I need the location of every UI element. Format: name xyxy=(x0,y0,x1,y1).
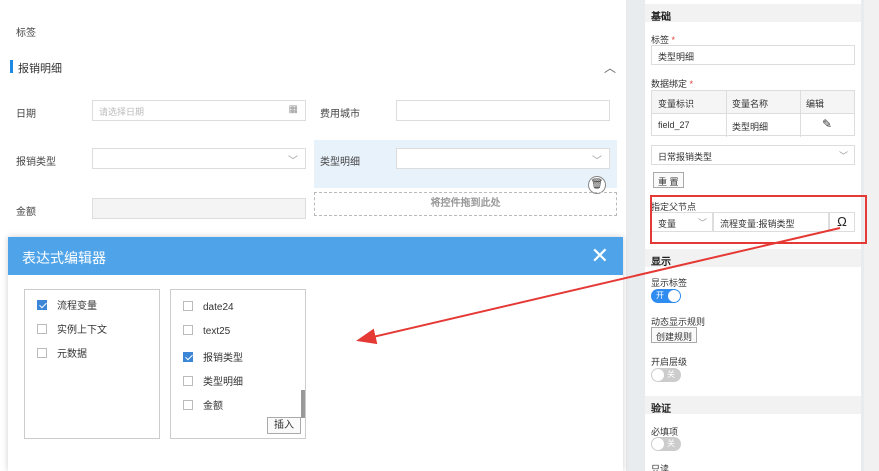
binding-select-value: 日常报销类型 xyxy=(658,152,713,162)
required-mark: * xyxy=(671,35,676,45)
validation-section-header[interactable]: 验证 xyxy=(645,396,861,415)
column-header: 变量标识 xyxy=(652,91,726,114)
show-label-toggle[interactable]: 开 xyxy=(651,289,681,303)
list-item[interactable]: 元数据 xyxy=(37,345,87,360)
city-label: 费用城市 xyxy=(320,109,360,120)
toggle-text: 关 xyxy=(667,439,675,448)
chevron-down-icon: ﹀ xyxy=(838,151,848,161)
reset-button[interactable]: 重 置 xyxy=(653,172,684,188)
list-item[interactable]: date24 xyxy=(183,301,234,315)
binding-label-text: 数据绑定 xyxy=(651,79,688,89)
column-header: 变量名称 xyxy=(726,91,800,114)
list-item-label: 实例上下文 xyxy=(57,325,107,336)
hierarchy-toggle[interactable]: 关 xyxy=(651,368,681,382)
chevron-up-icon[interactable]: ︿ xyxy=(604,59,616,76)
display-section-header[interactable]: 显示 xyxy=(645,249,861,268)
checkbox[interactable] xyxy=(37,300,47,310)
modal-header: 表达式编辑器 ✕ xyxy=(8,237,623,275)
readonly-label: 只读 xyxy=(651,464,670,471)
divider xyxy=(800,91,801,137)
toggle-text: 开 xyxy=(656,291,664,300)
type-label: 报销类型 xyxy=(16,157,56,168)
list-item[interactable]: text25 xyxy=(183,325,230,339)
list-scrollbar[interactable] xyxy=(301,390,305,418)
binding-table: 变量标识 变量名称 编辑 field_27 类型明细 ✎ xyxy=(651,90,855,137)
annotation-highlight-box xyxy=(650,195,867,244)
checkbox[interactable] xyxy=(183,376,193,386)
prop-tag-label-text: 标签 xyxy=(651,35,670,45)
list-item[interactable]: 流程变量 xyxy=(37,297,97,312)
list-item-label: 金额 xyxy=(203,401,223,412)
detail-label: 类型明细 xyxy=(320,157,360,168)
list-item[interactable]: 报销类型 xyxy=(183,349,243,364)
list-item[interactable]: 金额 xyxy=(183,397,223,412)
list-item-label: 报销类型 xyxy=(203,353,243,364)
list-item-label: 类型明细 xyxy=(203,377,243,388)
toggle-knob xyxy=(652,369,664,381)
section-accent-bar xyxy=(10,60,13,73)
tag-label: 标签 xyxy=(16,28,36,39)
chevron-down-icon: ﹀ xyxy=(288,156,298,167)
checkbox[interactable] xyxy=(183,325,193,335)
required-toggle[interactable]: 关 xyxy=(651,437,681,451)
date-placeholder: 请选择日期 xyxy=(99,107,145,117)
show-label-label: 显示标签 xyxy=(651,278,688,288)
binding-select[interactable]: 日常报销类型 ﹀ xyxy=(651,145,855,165)
list-item-label: text25 xyxy=(203,326,231,337)
tag-input[interactable]: 类型明细 xyxy=(651,45,855,65)
section-header[interactable]: 报销明细 ︿ xyxy=(10,57,622,77)
section-title: 报销明细 xyxy=(18,63,62,75)
pencil-icon[interactable]: ✎ xyxy=(816,114,846,137)
toggle-knob xyxy=(668,290,680,302)
date-label: 日期 xyxy=(16,109,36,120)
expression-editor-modal: 表达式编辑器 ✕ 流程变量 实例上下文 元数据 date24 text25 报销… xyxy=(8,237,623,471)
checkbox[interactable] xyxy=(183,400,193,410)
modal-title: 表达式编辑器 xyxy=(22,250,106,266)
category-list: 流程变量 实例上下文 元数据 xyxy=(24,289,160,439)
detail-select[interactable]: ﹀ xyxy=(396,148,610,169)
list-item-label: 流程变量 xyxy=(57,301,97,312)
type-select[interactable]: ﹀ xyxy=(92,148,306,169)
table-cell: field_27 xyxy=(658,120,690,130)
list-item[interactable]: 实例上下文 xyxy=(37,321,107,336)
binding-label: 数据绑定 * xyxy=(651,77,693,90)
basic-section-header[interactable]: 基础 xyxy=(645,4,861,23)
checkbox[interactable] xyxy=(183,352,193,362)
checkbox[interactable] xyxy=(37,348,47,358)
calendar-icon: ▦ xyxy=(288,104,298,115)
hierarchy-label: 开启层级 xyxy=(651,357,688,367)
checkbox[interactable] xyxy=(183,301,193,311)
table-cell: 类型明细 xyxy=(732,122,769,132)
toggle-knob xyxy=(652,438,664,450)
insert-button[interactable]: 插入 xyxy=(267,417,301,434)
city-input[interactable] xyxy=(396,100,610,121)
list-item-label: date24 xyxy=(203,302,234,313)
column-header: 编辑 xyxy=(800,91,854,114)
date-input[interactable]: 请选择日期 ▦ xyxy=(92,100,306,121)
toggle-text: 关 xyxy=(667,370,675,379)
close-icon[interactable]: ✕ xyxy=(591,243,609,269)
variable-list: date24 text25 报销类型 类型明细 金额 插入 xyxy=(170,289,306,439)
list-item[interactable]: 类型明细 xyxy=(183,373,243,388)
drop-zone[interactable]: 将控件拖到此处 xyxy=(314,192,617,216)
amount-label: 金额 xyxy=(16,207,36,218)
chevron-down-icon: ﹀ xyxy=(592,156,602,167)
create-rule-button[interactable]: 创建规则 xyxy=(651,327,698,343)
amount-input[interactable] xyxy=(92,198,306,219)
form-canvas: 标签 报销明细 ︿ 日期 请选择日期 ▦ 费用城市 报销类型 ﹀ 类型明细 ﹀ … xyxy=(0,0,626,471)
checkbox[interactable] xyxy=(37,324,47,334)
required-mark: * xyxy=(689,79,694,89)
list-item-label: 元数据 xyxy=(57,349,87,360)
